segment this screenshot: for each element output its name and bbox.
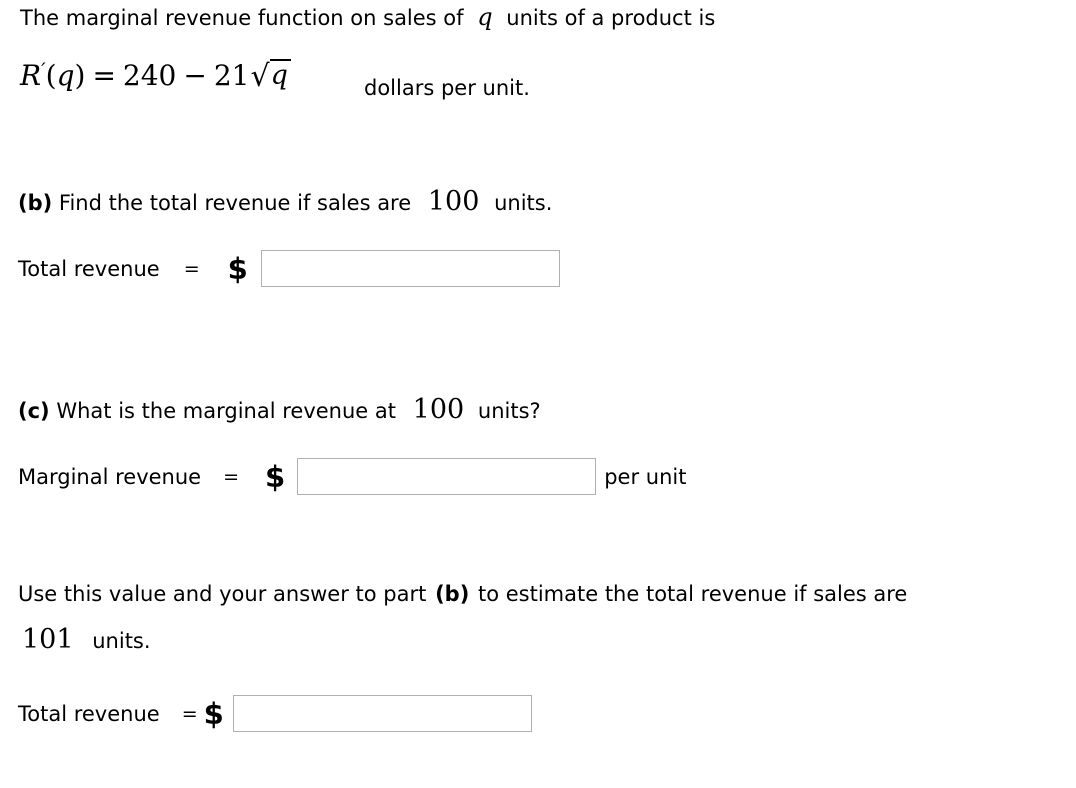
- part-c-currency-symbol: $: [265, 459, 286, 494]
- part-b-text-before: Find the total revenue if sales are: [58, 191, 412, 215]
- part-c-answer-row: Marginal revenue = $ per unit: [18, 458, 686, 495]
- part-c-text-before: What is the marginal revenue at: [56, 399, 396, 423]
- part-b-equals-sign: =: [183, 257, 200, 280]
- followup-text-line-1: Use this value and your answer to part (…: [18, 584, 907, 605]
- part-b-text-after: units.: [494, 191, 553, 215]
- part-c-marginal-revenue-input[interactable]: [297, 458, 597, 495]
- part-b-currency-symbol: $: [227, 251, 248, 286]
- equation-prime-symbol: ′: [41, 58, 46, 82]
- followup-equals-sign: =: [181, 702, 198, 725]
- followup-text-part2: to estimate the total revenue if sales a…: [477, 582, 908, 606]
- part-c-text-after: units?: [477, 399, 541, 423]
- intro-text-after: units of a product is: [506, 6, 716, 30]
- part-c-value: 100: [412, 394, 465, 425]
- part-c-question: (c) What is the marginal revenue at 100 …: [18, 396, 541, 423]
- followup-text-part3: units.: [92, 629, 151, 653]
- equation-units-trailer: dollars per unit.: [364, 76, 530, 100]
- followup-part-reference: (b): [435, 582, 470, 606]
- equation-argument: q: [56, 59, 75, 92]
- part-b-total-revenue-input[interactable]: [260, 250, 560, 287]
- equation-constant: 240: [122, 59, 177, 92]
- part-c-equals-sign: =: [223, 465, 240, 488]
- equation-open-paren: (: [45, 59, 57, 92]
- part-c-answer-suffix: per unit: [604, 464, 687, 489]
- equation-minus-sign: −: [183, 59, 207, 92]
- intro-line: The marginal revenue function on sales o…: [20, 5, 715, 29]
- equation-radical: √ q: [250, 59, 291, 94]
- part-b-answer-row: Total revenue = $: [18, 250, 560, 287]
- followup-total-revenue-input[interactable]: [232, 695, 532, 732]
- marginal-revenue-equation: R ′(q) = 240 − 21 √ q: [20, 58, 291, 94]
- equation-equals-sign: =: [92, 59, 116, 92]
- part-c-answer-label: Marginal revenue: [18, 464, 202, 489]
- followup-answer-row: Total revenue = $: [18, 695, 532, 732]
- followup-currency-symbol: $: [203, 696, 224, 731]
- problem-page: The marginal revenue function on sales o…: [0, 0, 1076, 788]
- part-c-label: (c): [18, 399, 50, 423]
- followup-answer-label: Total revenue: [18, 701, 160, 726]
- intro-variable-q: q: [477, 3, 493, 31]
- equation-coefficient: 21: [213, 59, 250, 92]
- equation-close-paren: ): [74, 59, 86, 92]
- equation-function-name: R: [20, 59, 42, 92]
- part-b-value: 100: [427, 186, 480, 217]
- part-b-label: (b): [18, 191, 53, 215]
- part-b-answer-label: Total revenue: [18, 256, 160, 281]
- part-b-question: (b) Find the total revenue if sales are …: [18, 188, 552, 215]
- followup-text-line-2: 101 units.: [22, 626, 151, 653]
- equation-radicand: q: [269, 59, 291, 89]
- followup-value: 101: [22, 624, 74, 655]
- intro-text-before: The marginal revenue function on sales o…: [20, 6, 464, 30]
- followup-text-part1: Use this value and your answer to part: [18, 582, 427, 606]
- radical-sign-icon: √: [250, 59, 270, 94]
